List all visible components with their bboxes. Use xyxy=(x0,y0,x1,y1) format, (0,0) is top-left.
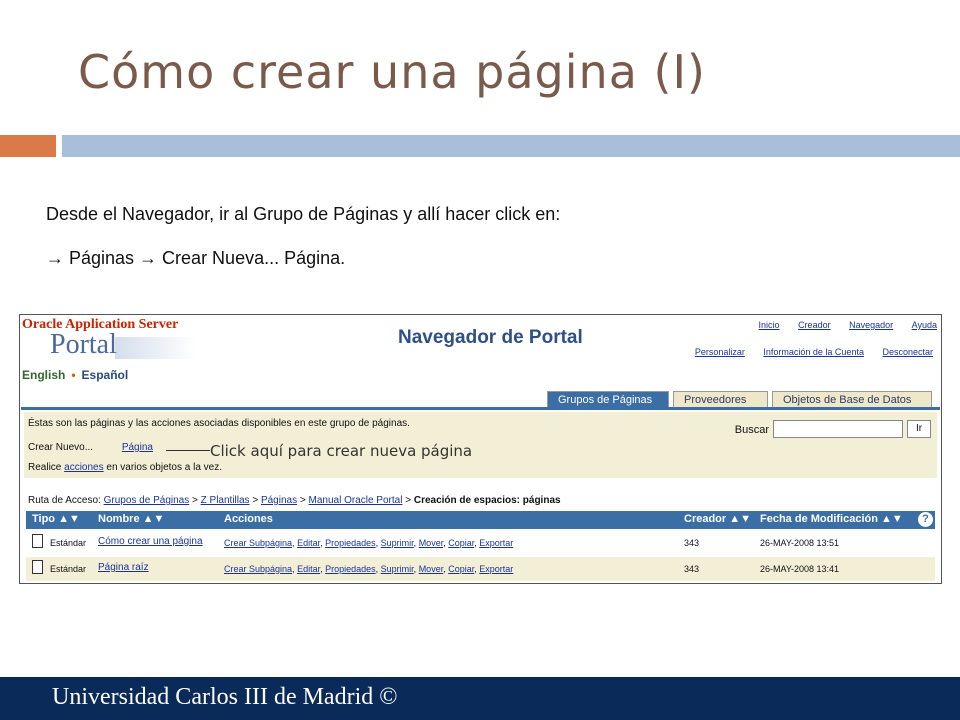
action-exportar[interactable]: Exportar xyxy=(479,564,513,574)
search-input[interactable] xyxy=(773,420,903,438)
lang-separator-icon: • xyxy=(71,368,76,382)
top-links: Inicio Creador Navegador Ayuda xyxy=(743,320,937,330)
page-doc-icon xyxy=(32,534,43,548)
table-header: Tipo ▲▼ Nombre ▲▼ Acciones Creador ▲▼ Fe… xyxy=(26,511,935,529)
action-crear-subpagina[interactable]: Crear Subpágina xyxy=(224,538,292,548)
slide-title: Cómo crear una página (I) xyxy=(78,45,706,99)
breadcrumb-separator: > xyxy=(252,495,259,506)
action-propiedades[interactable]: Propiedades xyxy=(325,538,376,548)
accent-bar-blue xyxy=(62,135,960,157)
action-propiedades[interactable]: Propiedades xyxy=(325,564,376,574)
breadcrumb: Ruta de Acceso: Grupos de Páginas > Z Pl… xyxy=(28,495,561,506)
cell-tipo: Estándar xyxy=(50,538,87,548)
create-new-row: Crear Nuevo... Página xyxy=(28,442,153,453)
breadcrumb-current: Creación de espacios: páginas xyxy=(413,495,561,506)
lang-spanish[interactable]: Español xyxy=(82,368,129,382)
instruction-line-2: → Páginas → Crear Nueva... Página. xyxy=(46,248,346,268)
link-ayuda[interactable]: Ayuda xyxy=(912,320,937,330)
action-editar[interactable]: Editar xyxy=(297,538,320,548)
cell-acciones: Crear Subpágina, Editar, Propiedades, Su… xyxy=(224,538,514,548)
lang-english[interactable]: English xyxy=(22,368,65,382)
click-annotation: Click aquí para crear nueva página xyxy=(210,442,473,460)
portal-page-title: Navegador de Portal xyxy=(398,327,583,348)
account-links: Personalizar Información de la Cuenta De… xyxy=(679,347,933,357)
action-mover[interactable]: Mover xyxy=(419,538,444,548)
page-doc-icon xyxy=(32,560,43,574)
col-creador[interactable]: Creador ▲▼ xyxy=(684,513,751,525)
tab-underline xyxy=(21,407,940,410)
cell-creador: 343 xyxy=(684,538,700,548)
breadcrumb-item[interactable]: Z Plantillas xyxy=(201,495,250,506)
cell-fecha: 26-MAY-2008 13:51 xyxy=(760,538,840,548)
acciones-link[interactable]: acciones xyxy=(64,462,103,473)
col-nombre[interactable]: Nombre ▲▼ xyxy=(98,513,164,525)
link-cuenta[interactable]: Información de la Cuenta xyxy=(763,347,864,357)
breadcrumb-item[interactable]: Grupos de Páginas xyxy=(104,495,190,506)
help-icon[interactable]: ? xyxy=(918,512,933,527)
portal-screenshot: Oracle Application Server Portal English… xyxy=(19,314,942,584)
cell-tipo: Estándar xyxy=(50,564,87,574)
link-personalizar[interactable]: Personalizar xyxy=(695,347,745,357)
realice-row: Realice acciones en varios objetos a la … xyxy=(28,462,222,473)
create-new-label: Crear Nuevo... xyxy=(28,442,94,453)
breadcrumb-item[interactable]: Manual Oracle Portal xyxy=(309,495,403,506)
action-mover[interactable]: Mover xyxy=(419,564,444,574)
create-page-link[interactable]: Página xyxy=(122,442,153,453)
col-tipo[interactable]: Tipo ▲▼ xyxy=(32,513,80,525)
link-navegador[interactable]: Navegador xyxy=(849,320,893,330)
table-row: Estándar Cómo crear una página Crear Sub… xyxy=(26,531,935,555)
breadcrumb-prefix: Ruta de Acceso: xyxy=(28,495,101,506)
action-copiar[interactable]: Copiar xyxy=(448,564,474,574)
action-crear-subpagina[interactable]: Crear Subpágina xyxy=(224,564,292,574)
breadcrumb-item[interactable]: Páginas xyxy=(261,495,297,506)
link-creador[interactable]: Creador xyxy=(798,320,831,330)
col-fecha[interactable]: Fecha de Modificación ▲▼ xyxy=(760,513,903,525)
cell-fecha: 26-MAY-2008 13:41 xyxy=(760,564,840,574)
search-go-button[interactable]: Ir xyxy=(907,420,931,438)
realice-suffix: en varios objetos a la vez. xyxy=(106,462,223,473)
action-exportar[interactable]: Exportar xyxy=(479,538,513,548)
footer-university: Universidad Carlos III de Madrid © xyxy=(52,684,398,710)
annotation-arrow-icon xyxy=(166,450,210,451)
portal-logo: Portal xyxy=(50,329,117,360)
table-row: Estándar Página raíz Crear Subpágina, Ed… xyxy=(26,557,935,581)
portal-logo-fade xyxy=(115,337,195,359)
link-desconectar[interactable]: Desconectar xyxy=(882,347,933,357)
cell-creador: 343 xyxy=(684,564,700,574)
col-acciones: Acciones xyxy=(224,513,273,525)
instruction-line-1: Desde el Navegador, ir al Grupo de Págin… xyxy=(46,204,561,224)
cell-nombre[interactable]: Cómo crear una página xyxy=(98,536,203,547)
action-copiar[interactable]: Copiar xyxy=(448,538,474,548)
cell-acciones: Crear Subpágina, Editar, Propiedades, Su… xyxy=(224,564,514,574)
action-suprimir[interactable]: Suprimir xyxy=(381,538,414,548)
search-label: Buscar xyxy=(734,424,769,436)
breadcrumb-separator: > xyxy=(192,495,198,506)
breadcrumb-separator: > xyxy=(299,495,306,506)
actions-panel: Éstas son las páginas y las acciones aso… xyxy=(24,412,937,478)
link-inicio[interactable]: Inicio xyxy=(759,320,780,330)
intro-text: Éstas son las páginas y las acciones aso… xyxy=(28,418,410,429)
accent-bar-orange xyxy=(0,135,56,157)
action-editar[interactable]: Editar xyxy=(297,564,320,574)
action-suprimir[interactable]: Suprimir xyxy=(381,564,414,574)
language-switcher: English • Español xyxy=(22,368,128,382)
cell-nombre[interactable]: Página raíz xyxy=(98,562,149,573)
realice-prefix: Realice xyxy=(28,462,62,473)
breadcrumb-separator: > xyxy=(405,495,412,506)
